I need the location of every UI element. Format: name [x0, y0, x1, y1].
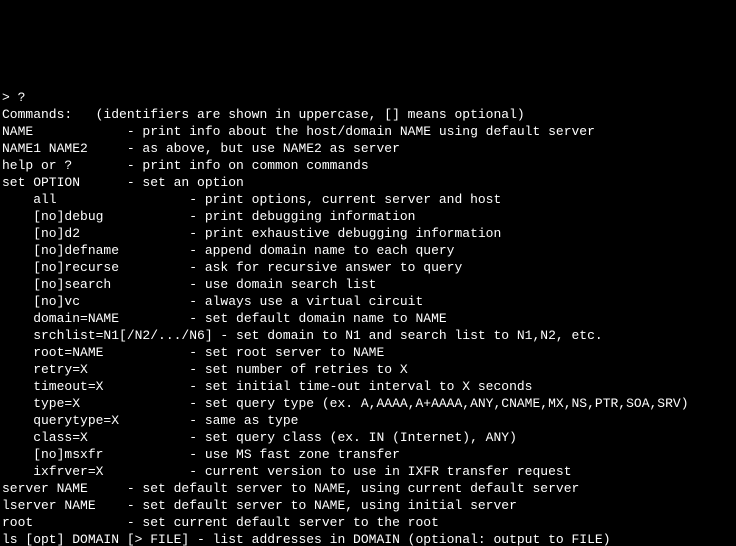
terminal-line: NAME - print info about the host/domain … — [2, 123, 734, 140]
terminal-line: [no]defname - append domain name to each… — [2, 242, 734, 259]
terminal-line: Commands: (identifiers are shown in uppe… — [2, 106, 734, 123]
terminal-line: domain=NAME - set default domain name to… — [2, 310, 734, 327]
terminal-line: root - set current default server to the… — [2, 514, 734, 531]
terminal-line: [no]debug - print debugging information — [2, 208, 734, 225]
terminal-line: [no]recurse - ask for recursive answer t… — [2, 259, 734, 276]
terminal-line: lserver NAME - set default server to NAM… — [2, 497, 734, 514]
terminal-line: help or ? - print info on common command… — [2, 157, 734, 174]
terminal-line: set OPTION - set an option — [2, 174, 734, 191]
terminal-line: [no]d2 - print exhaustive debugging info… — [2, 225, 734, 242]
terminal-line: ixfrver=X - current version to use in IX… — [2, 463, 734, 480]
terminal-line: server NAME - set default server to NAME… — [2, 480, 734, 497]
terminal-line: [no]msxfr - use MS fast zone transfer — [2, 446, 734, 463]
terminal-line: root=NAME - set root server to NAME — [2, 344, 734, 361]
terminal-line: retry=X - set number of retries to X — [2, 361, 734, 378]
terminal-output[interactable]: > ?Commands: (identifiers are shown in u… — [0, 85, 736, 546]
terminal-line: ls [opt] DOMAIN [> FILE] - list addresse… — [2, 531, 734, 546]
terminal-line: timeout=X - set initial time-out interva… — [2, 378, 734, 395]
terminal-line: querytype=X - same as type — [2, 412, 734, 429]
terminal-line: [no]search - use domain search list — [2, 276, 734, 293]
terminal-line: type=X - set query type (ex. A,AAAA,A+AA… — [2, 395, 734, 412]
terminal-line: srchlist=N1[/N2/.../N6] - set domain to … — [2, 327, 734, 344]
terminal-line: class=X - set query class (ex. IN (Inter… — [2, 429, 734, 446]
terminal-line: all - print options, current server and … — [2, 191, 734, 208]
terminal-line: NAME1 NAME2 - as above, but use NAME2 as… — [2, 140, 734, 157]
terminal-line: > ? — [2, 89, 734, 106]
terminal-line: [no]vc - always use a virtual circuit — [2, 293, 734, 310]
